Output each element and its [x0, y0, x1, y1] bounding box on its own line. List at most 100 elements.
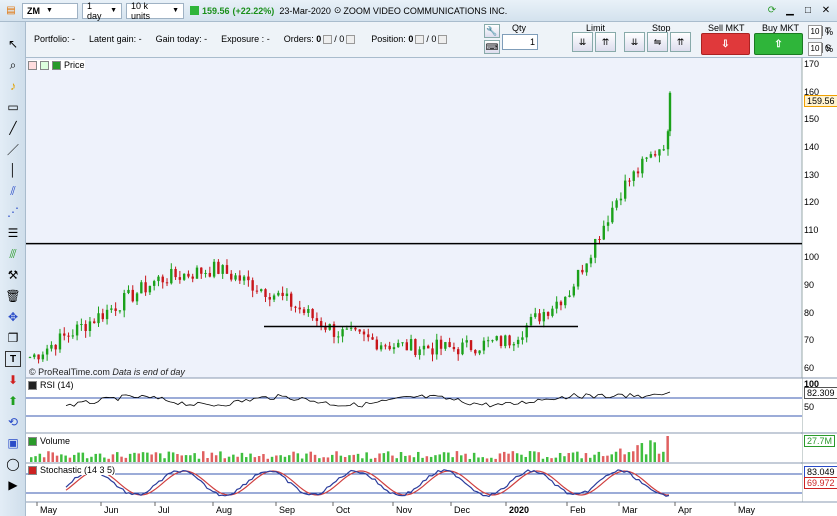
position-detail-button[interactable] — [438, 35, 448, 45]
candle-body — [123, 293, 126, 311]
volume-bar — [331, 454, 334, 462]
stop-trail-button[interactable]: ⇋ — [647, 32, 668, 52]
interval-selector[interactable]: 1 day ▼ — [82, 1, 122, 21]
candle-body — [461, 342, 464, 355]
ellipse-icon[interactable]: ◯ — [5, 456, 21, 472]
sell-market-button[interactable]: ⇩ — [701, 33, 750, 55]
add-indicator-icon[interactable] — [28, 60, 37, 70]
refresh-icon[interactable]: ⟳ — [765, 3, 779, 17]
copy-icon[interactable]: ❐ — [5, 330, 21, 346]
candle-body — [658, 149, 661, 156]
cycle-icon[interactable]: ⟲ — [5, 414, 21, 430]
position-button[interactable] — [415, 35, 425, 45]
limit-sell-button[interactable]: ⇊ — [572, 32, 593, 52]
price-tick-label: 140 — [804, 141, 820, 152]
candle-body — [255, 290, 259, 292]
volume-bar — [223, 458, 226, 462]
rectangle-icon[interactable]: ▣ — [5, 435, 21, 451]
volume-bar — [64, 455, 67, 462]
volume-bar — [438, 454, 441, 462]
segment-icon[interactable]: ╱ — [5, 120, 21, 136]
candle-body — [594, 238, 597, 258]
more-tools-icon[interactable]: ▶ — [5, 477, 21, 493]
s-spin-input[interactable]: 10 — [808, 42, 822, 56]
candle-body — [504, 335, 507, 347]
qty-input[interactable]: 1 — [502, 34, 538, 50]
candle-body — [469, 340, 473, 350]
symbol-selector[interactable]: ZM ▼ — [22, 2, 78, 19]
keyboard-icon[interactable]: ⌨ — [484, 40, 500, 54]
price-tick-label: 170 — [804, 59, 820, 69]
volume-bar — [103, 457, 106, 462]
info-icon[interactable]: ⊙ — [334, 5, 342, 16]
candle-body — [170, 268, 173, 284]
candle-body — [152, 281, 156, 286]
close-icon[interactable]: ✕ — [819, 3, 833, 17]
expand-icon[interactable] — [40, 60, 49, 70]
text-tool-icon[interactable]: T — [5, 351, 21, 367]
minimize-icon[interactable]: ▁ — [783, 3, 797, 17]
sell-arrow-icon[interactable]: ⬇ — [5, 372, 21, 388]
pointer-icon[interactable]: ↖ — [5, 36, 21, 52]
price-title: Price — [64, 60, 85, 70]
buy-market-button[interactable]: ⇧ — [754, 33, 803, 55]
app-menu-icon[interactable]: ▤ — [4, 4, 18, 18]
volume-bar — [511, 451, 515, 462]
volume-bar — [589, 457, 592, 462]
volume-bar — [571, 452, 575, 462]
sell-mkt-label: Sell MKT — [708, 23, 745, 33]
move-icon[interactable]: ✥ — [5, 309, 21, 325]
volume-bar — [262, 454, 265, 462]
candle-body — [444, 342, 447, 349]
channel-icon[interactable]: ⫽ — [5, 183, 21, 199]
t-spin-input[interactable]: 10 — [808, 25, 822, 39]
candle-body — [221, 265, 224, 274]
stop-buy-button[interactable]: ⇈ — [670, 32, 691, 52]
wrench-icon[interactable]: 🔧 — [484, 24, 500, 38]
line-icon[interactable]: ／ — [5, 141, 21, 157]
candle-body — [33, 354, 36, 358]
candle-body — [268, 297, 271, 300]
zoom-icon[interactable]: ⌕ — [5, 57, 21, 73]
month-label: 2020 — [509, 505, 530, 515]
candle-body — [371, 337, 374, 340]
candle-body — [110, 308, 113, 310]
instrument-bar: ▤ ZM ▼ 1 day ▼ 10 k units ▼ 159.56 (+22.22%… — [0, 0, 837, 22]
candle-body — [200, 267, 203, 274]
volume-bar — [636, 445, 639, 462]
candle-body — [534, 313, 537, 317]
price-tick-label: 60 — [804, 363, 815, 373]
magnet-icon[interactable]: ⚒ — [5, 267, 21, 283]
alert-bell-icon[interactable]: ♪ — [5, 78, 21, 94]
ruler-icon[interactable]: ▭ — [5, 99, 21, 115]
orders-detail-button[interactable] — [346, 35, 356, 45]
units-selector[interactable]: 10 k units ▼ — [126, 1, 184, 21]
trash-icon[interactable]: 🗑 — [5, 288, 21, 304]
stop-sell-button[interactable]: ⇊ — [624, 32, 645, 52]
buy-arrow-icon[interactable]: ⬆ — [5, 393, 21, 409]
orders-button[interactable] — [323, 35, 333, 45]
limit-buy-button[interactable]: ⇈ — [595, 32, 616, 52]
volume-bar — [30, 457, 33, 462]
volume-bar — [210, 452, 214, 462]
fan-icon[interactable]: ⋰ — [5, 204, 21, 220]
candle-body — [499, 336, 503, 347]
volume-bar — [146, 452, 149, 462]
volume-bar — [666, 436, 669, 462]
candle-body — [341, 329, 344, 337]
regression-icon[interactable]: ⫻ — [5, 246, 21, 262]
candle-body — [397, 342, 400, 348]
volume-bar — [197, 458, 201, 462]
candle-body — [495, 336, 498, 341]
volume-bar — [494, 458, 497, 462]
candle-body — [388, 345, 391, 350]
volume-bar — [468, 458, 472, 462]
maximize-icon[interactable]: □ — [801, 3, 815, 17]
vertical-line-icon[interactable]: │ — [5, 162, 21, 178]
chart-area[interactable]: Price © ProRealTime.com Data is end of d… — [26, 58, 837, 516]
fibonacci-icon[interactable]: ☰ — [5, 225, 21, 241]
rsi-value-badge: 82.309 — [804, 387, 837, 399]
volume-bar — [477, 457, 480, 462]
candle-body — [474, 349, 477, 354]
volume-bar — [300, 458, 304, 462]
